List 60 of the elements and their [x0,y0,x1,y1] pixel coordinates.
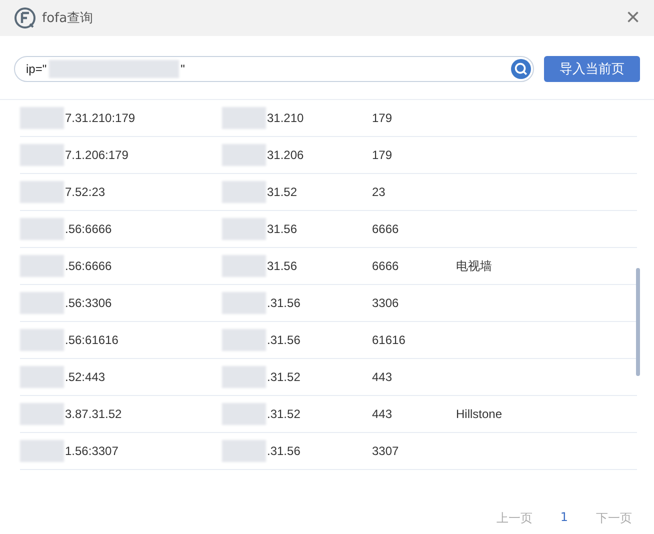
table-cell: 7.1.206:179 [65,148,128,162]
table-cell: Hillstone [456,407,502,421]
table-cell: 7.31.210:179 [65,111,136,125]
redaction-block [20,440,64,462]
table-cell: 31.210 [267,111,304,125]
redaction-block [20,107,64,129]
table-cell: 443 [372,370,392,384]
table-cell: .31.52 [267,407,300,421]
table-cell: .52:443 [65,370,106,384]
redaction-block [20,329,64,351]
redaction-block [20,144,64,166]
table-cell: 179 [372,148,392,162]
redaction-block [20,403,64,425]
table-cell: 31.56 [267,222,298,236]
redaction-block [20,181,64,203]
redaction-block [222,144,266,166]
table-cell: 31.56 [267,259,298,273]
redaction-block [20,366,64,388]
redaction-block [222,292,266,314]
redaction-block [20,218,64,240]
table-cell: .31.56 [267,333,300,347]
table-cell: 61616 [372,333,406,347]
table-cell: .31.56 [267,444,300,458]
table-cell: 31.52 [267,185,298,199]
redaction-block [222,329,266,351]
import-page-button[interactable]: 导入当前页 [544,56,640,82]
table-cell: .56:61616 [65,333,118,347]
redaction-block [222,218,266,240]
table-cell: 3306 [372,296,399,310]
redaction-block [20,255,64,277]
table-cell: 443 [372,407,392,421]
redaction-block [222,440,266,462]
table-cell: 31.206 [267,148,304,162]
table-cell: 179 [372,111,392,125]
table-cell: 电视墙 [456,258,492,274]
logo-icon [14,7,36,29]
close-button[interactable]: × [626,6,640,30]
search-icon[interactable] [511,59,531,79]
redaction-block [20,292,64,314]
table-cell: .56:6666 [65,222,112,236]
table-cell: .56:6666 [65,259,112,273]
table-cell: 7.52:23 [65,185,106,199]
table-cell: 23 [372,185,386,199]
table-cell: 6666 [372,222,399,236]
scrollbar[interactable] [636,268,640,376]
redaction-block [222,403,266,425]
table-cell: 3307 [372,444,399,458]
redaction-block [222,366,266,388]
table-cell: .31.52 [267,370,300,384]
search-field[interactable]: ip=" " [14,56,534,82]
table-cell: 1.56:3307 [65,444,118,458]
table-cell: .31.56 [267,296,300,310]
table-cell: 3.87.31.52 [65,407,122,421]
redaction-block [222,107,266,129]
redaction-block [222,255,266,277]
table-cell: .56:3306 [65,296,112,310]
window-title: fofa查询 [42,10,94,27]
redaction-block [222,181,266,203]
table-cell: 6666 [372,259,399,273]
page-number[interactable]: 1 [560,510,568,527]
